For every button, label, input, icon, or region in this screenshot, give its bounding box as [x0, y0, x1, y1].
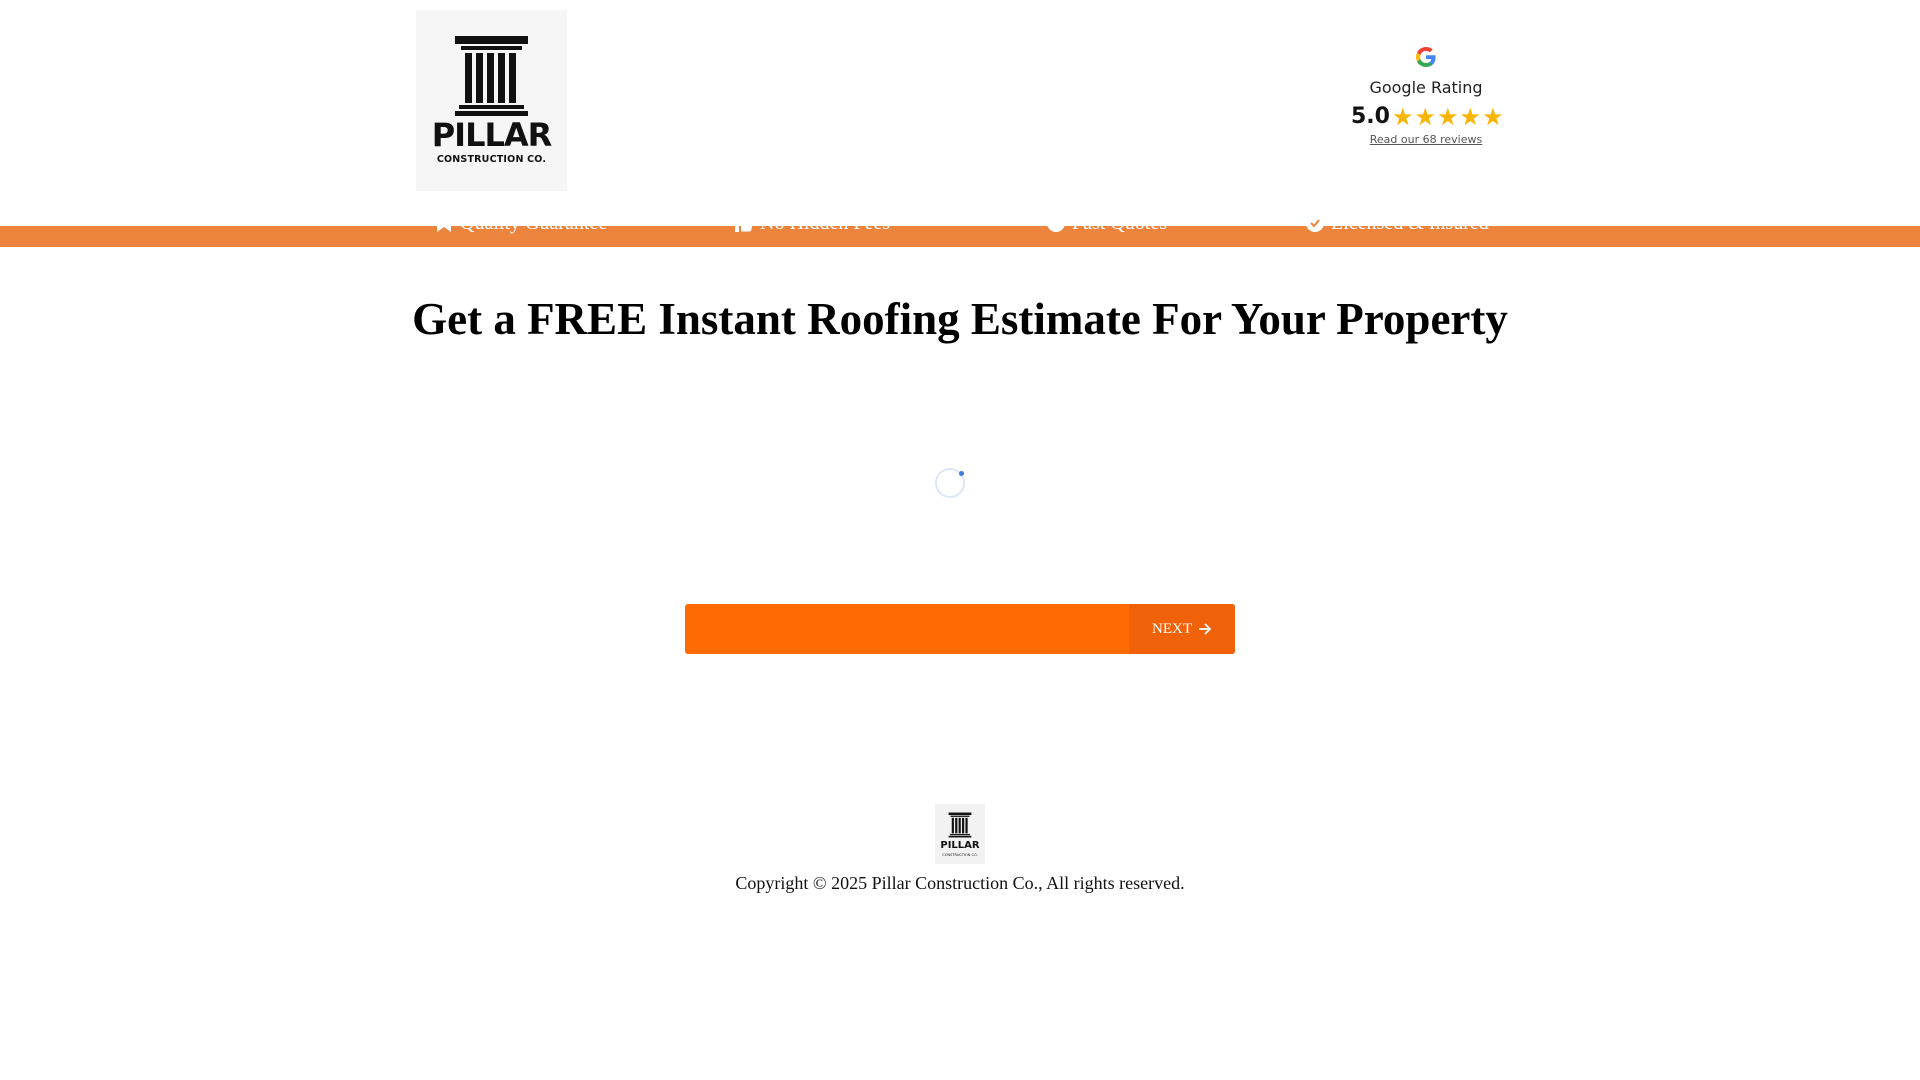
next-button-label: NEXT	[1152, 620, 1192, 637]
page-title: Get a FREE Instant Roofing Estimate For …	[412, 294, 1508, 344]
spinner-dot	[959, 471, 964, 476]
trust-item-quality: Quality Guarantee	[434, 210, 607, 236]
google-rating-badge[interactable]: Google Rating 5.0 ★ ★ ★ ★ ★ Read our 68 …	[1340, 40, 1512, 160]
trust-bar	[0, 226, 1920, 247]
loading-spinner	[935, 468, 965, 498]
pillar-column-icon	[455, 36, 528, 116]
logo-wordmark: PILLAR	[431, 116, 553, 154]
footer-logo[interactable]: PILLAR CONSTRUCTION CO.	[935, 804, 985, 864]
logo-subtitle: CONSTRUCTION CO.	[436, 154, 547, 165]
progress-bar: NEXT	[685, 604, 1235, 654]
clock-icon	[1047, 214, 1065, 232]
company-logo[interactable]: PILLAR CONSTRUCTION CO.	[416, 10, 567, 191]
trust-item-fast-quotes: Fast Quotes	[1046, 210, 1167, 236]
footer-logo-wordmark: PILLAR	[940, 840, 980, 851]
thumbs-up-icon	[735, 214, 753, 232]
rating-score: 5.0	[1351, 104, 1390, 129]
trust-item-label: Fast Quotes	[1072, 211, 1167, 234]
pillar-column-icon	[948, 812, 972, 838]
star-icon: ★	[1459, 103, 1482, 131]
arrow-right-icon	[1199, 623, 1212, 635]
star-icon: ★	[1482, 103, 1504, 131]
trust-item-label: No Hidden Fees	[760, 211, 890, 234]
check-circle-icon	[1306, 214, 1324, 232]
star-icon: ★	[1414, 103, 1437, 131]
trust-item-label: Licensed & Insured	[1331, 211, 1489, 234]
ribbon-icon	[437, 214, 451, 232]
trust-item-label: Quality Guarantee	[460, 211, 608, 234]
next-button[interactable]: NEXT	[1129, 604, 1235, 654]
rating-title: Google Rating	[1369, 78, 1483, 97]
copyright-text: Copyright © 2025 Pillar Construction Co.…	[735, 873, 1185, 893]
site-header: PILLAR CONSTRUCTION CO. Google Rating 5.…	[0, 0, 1920, 226]
google-g-icon	[1416, 47, 1436, 67]
footer-logo-subtitle: CONSTRUCTION CO.	[942, 853, 978, 857]
star-icon: ★	[1392, 103, 1414, 131]
rating-stars: ★ ★ ★ ★ ★	[1392, 104, 1504, 130]
trust-item-no-fees: No Hidden Fees	[734, 210, 890, 236]
star-icon: ★	[1437, 103, 1459, 131]
trust-item-licensed: Licensed & Insured	[1305, 210, 1489, 236]
read-reviews-link[interactable]: Read our 68 reviews	[1340, 133, 1512, 146]
